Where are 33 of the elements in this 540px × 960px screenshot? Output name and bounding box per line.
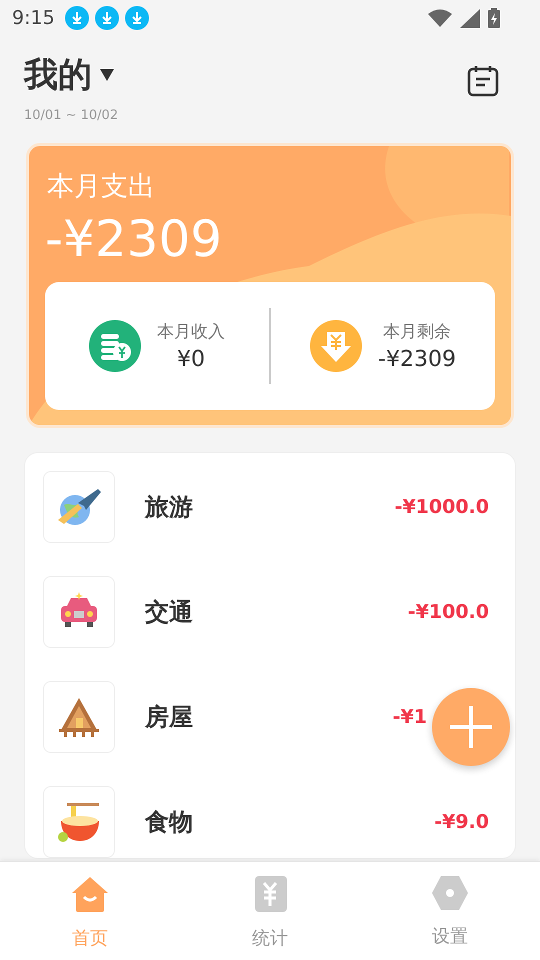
cabin-icon	[57, 696, 101, 738]
download-icon	[64, 6, 89, 30]
stat-label: 本月剩余	[383, 321, 451, 343]
category-amount: -¥9.0	[434, 811, 489, 833]
expense-amount: -¥2309	[45, 210, 224, 268]
stat-value: ¥0	[177, 347, 205, 372]
signal-icon	[460, 8, 480, 28]
stat-label: 本月收入	[157, 321, 225, 343]
globe-plane-icon	[56, 487, 102, 527]
stat-value: -¥2309	[378, 347, 456, 372]
settings-icon	[432, 876, 468, 910]
category-name[interactable]: 房屋	[145, 701, 193, 733]
download-icon	[94, 6, 119, 30]
calendar-button[interactable]	[466, 64, 500, 98]
category-amount: -¥100.0	[408, 601, 489, 623]
noodle-bowl-icon	[57, 801, 101, 843]
status-time: 9:15	[12, 7, 55, 29]
ledger-icon	[253, 876, 287, 912]
download-icon	[124, 6, 149, 30]
category-amount: -¥1	[392, 706, 427, 728]
battery-icon	[488, 8, 500, 28]
category-amount: -¥1000.0	[394, 496, 489, 518]
home-icon	[71, 876, 109, 912]
plus-icon	[448, 704, 494, 750]
category-name[interactable]: 旅游	[145, 491, 193, 523]
expense-label: 本月支出	[47, 170, 156, 204]
category-name[interactable]: 交通	[145, 596, 193, 628]
page-title[interactable]: 我的	[24, 52, 92, 98]
coins-icon	[89, 320, 141, 372]
category-name[interactable]: 食物	[145, 806, 193, 838]
wifi-icon	[428, 9, 452, 27]
dropdown-caret-icon[interactable]	[100, 69, 114, 81]
date-range: 10/01 ~ 10/02	[24, 108, 118, 123]
